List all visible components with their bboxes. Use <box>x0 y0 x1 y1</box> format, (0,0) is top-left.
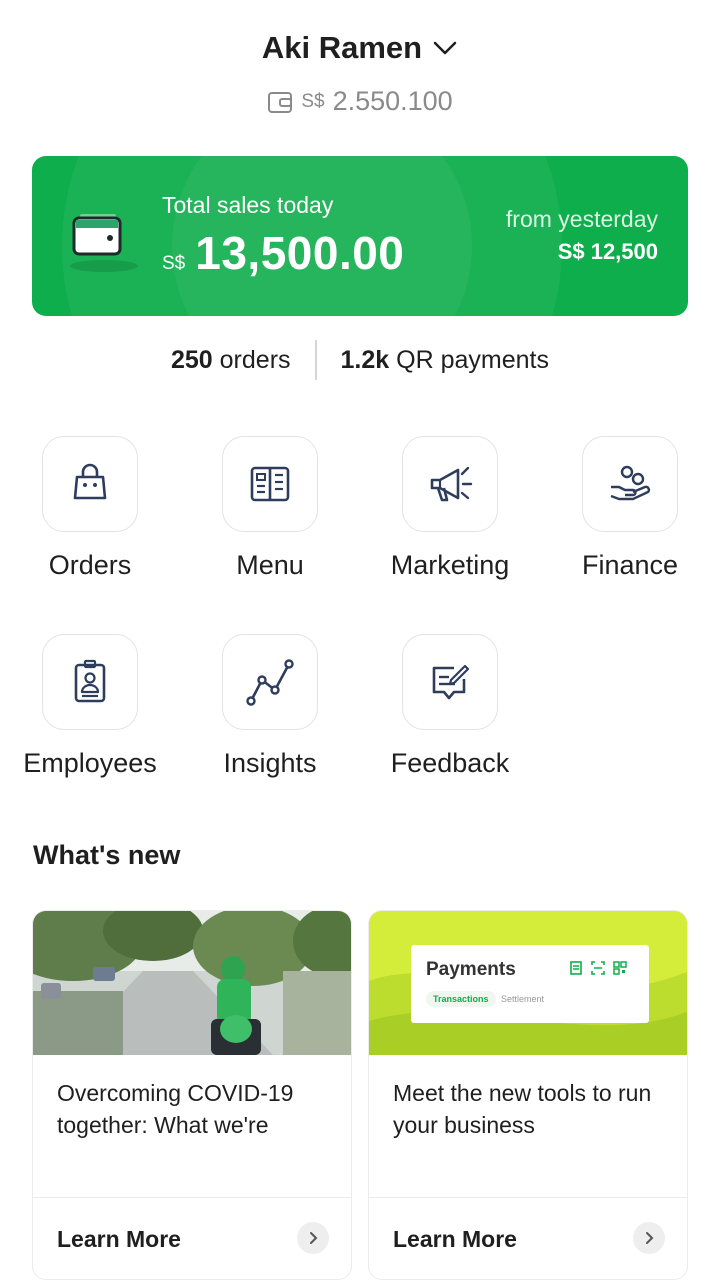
tile-feedback[interactable]: Feedback <box>360 634 540 779</box>
payments-illustration: Payments Transactions Settlement <box>369 911 687 1055</box>
id-badge-icon <box>74 659 106 703</box>
tile-finance-box[interactable] <box>582 436 678 532</box>
qr-stat: 1.2k QR payments <box>340 345 549 374</box>
chevron-right-icon[interactable] <box>297 1222 329 1254</box>
line-chart-icon <box>246 659 294 706</box>
wallet-balance: S$ 2.550.100 <box>0 86 720 117</box>
learn-more-link[interactable]: Learn More <box>393 1226 517 1253</box>
yesterday-label: from yesterday <box>505 206 658 232</box>
store-header: Aki Ramen S$ 2.550.100 <box>0 30 720 117</box>
tile-insights[interactable]: Insights <box>180 634 360 779</box>
whats-new-title: What's new <box>33 840 181 870</box>
tile-finance[interactable]: Finance <box>540 436 720 581</box>
tile-orders[interactable]: Orders <box>0 436 180 581</box>
balance-amount: 2.550.100 <box>332 86 453 116</box>
sales-currency: S$ <box>162 253 186 274</box>
feedback-icon <box>432 664 470 700</box>
tile-finance-label: Finance <box>581 550 679 580</box>
menu-book-icon <box>250 466 290 502</box>
news-card-covid[interactable]: Overcoming COVID-19 together: What we're… <box>32 910 352 1280</box>
tile-marketing-box[interactable] <box>402 436 498 532</box>
payments-panel-icons <box>569 961 627 975</box>
learn-more-link[interactable]: Learn More <box>57 1226 181 1253</box>
tile-menu-label: Menu <box>236 550 304 580</box>
store-name[interactable]: Aki Ramen <box>262 30 422 66</box>
tile-insights-box[interactable] <box>222 634 318 730</box>
wallet-illustration-icon <box>72 214 122 256</box>
tile-marketing-label: Marketing <box>390 550 510 580</box>
tile-employees[interactable]: Employees <box>0 634 180 779</box>
qr-code-icon <box>613 961 627 975</box>
tile-orders-label: Orders <box>48 550 132 580</box>
hand-coins-icon <box>610 465 651 501</box>
tile-menu[interactable]: Menu <box>180 436 360 581</box>
yesterday-comparison: from yesterday S$ 12,500 <box>506 206 658 265</box>
sales-amount: 13,500.00 <box>195 227 405 279</box>
news-card-footer[interactable]: Learn More <box>33 1197 351 1279</box>
tile-orders-box[interactable] <box>42 436 138 532</box>
receipt-icon <box>570 961 582 975</box>
total-sales-card[interactable]: Total sales today S$ 13,500.00 from yest… <box>32 156 688 316</box>
sales-stats: 250 orders 1.2k QR payments <box>0 340 720 380</box>
tile-employees-label: Employees <box>23 748 157 778</box>
tile-marketing[interactable]: Marketing <box>360 436 540 581</box>
tile-feedback-label: Feedback <box>390 748 510 778</box>
chevron-down-icon[interactable] <box>432 38 458 58</box>
yesterday-value: S$ 12,500 <box>557 239 658 264</box>
payments-panel: Payments Transactions Settlement <box>411 945 649 1023</box>
orders-stat: 250 orders <box>170 345 291 374</box>
stats-divider <box>314 340 317 380</box>
news-card-footer[interactable]: Learn More <box>369 1197 687 1279</box>
tile-feedback-box[interactable] <box>402 634 498 730</box>
shopping-bag-icon <box>73 463 107 500</box>
tile-employees-box[interactable] <box>42 634 138 730</box>
scan-icon <box>591 961 605 975</box>
news-card-tools[interactable]: Payments Transactions Settlement Meet th… <box>368 910 688 1280</box>
settlement-tab: Settlement <box>501 994 545 1004</box>
wallet-icon <box>268 91 293 113</box>
store-selector[interactable]: Aki Ramen <box>262 30 458 66</box>
transactions-tab: Transactions <box>426 991 496 1007</box>
sales-value: S$ 13,500.00 <box>162 226 404 280</box>
tile-insights-label: Insights <box>223 748 317 778</box>
chevron-right-icon[interactable] <box>633 1222 665 1254</box>
sales-label: Total sales today <box>162 192 334 218</box>
megaphone-icon <box>430 466 473 502</box>
news-card-text: Meet the new tools to run your business <box>393 1080 652 1138</box>
news-card-text: Overcoming COVID-19 together: What we're <box>57 1080 294 1138</box>
payments-title: Payments <box>426 959 516 980</box>
balance-currency: S$ <box>301 90 325 112</box>
tile-menu-box[interactable] <box>222 436 318 532</box>
rider-photo <box>33 911 351 1055</box>
